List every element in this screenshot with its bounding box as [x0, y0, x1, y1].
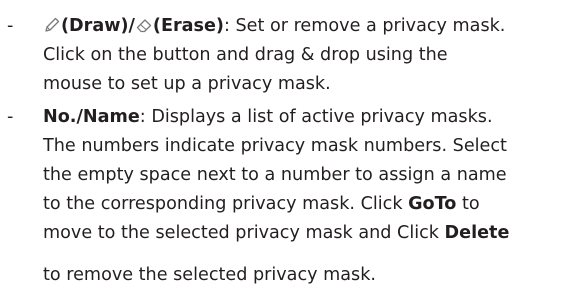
item2-line3: the empty space next to a number to assi… [43, 165, 507, 185]
item1-separator: : [223, 16, 236, 36]
item2-line1-text: : Displays a list of active privacy mask… [139, 107, 493, 127]
no-name-term: No./Name [43, 107, 140, 127]
eraser-icon [135, 16, 153, 34]
item2-line1: No./Name: Displays a list of active priv… [43, 103, 493, 132]
goto-term: GoTo [408, 194, 457, 214]
draw-label: (Draw)/ [61, 16, 135, 36]
item2-line2: The numbers indicate privacy mask number… [43, 136, 507, 156]
item1-line1-text: Set or remove a privacy mask. [235, 16, 506, 36]
bullet-dash: - [7, 16, 14, 36]
pencil-icon [43, 16, 61, 34]
item2-line4: to the corresponding privacy mask. Click… [43, 190, 480, 219]
delete-term: Delete [444, 223, 510, 243]
item2-line4-pre: to the corresponding privacy mask. Click [43, 194, 409, 214]
bullet-dash: - [7, 107, 14, 127]
document-body: - (Draw)/ (Erase): Set or remove a priva… [0, 0, 567, 298]
item1-line1: (Draw)/ (Erase): Set or remove a privacy… [43, 12, 505, 41]
item2-line6: to remove the selected privacy mask. [43, 265, 377, 285]
item2-line5-pre: move to the selected privacy mask and Cl… [43, 223, 445, 243]
item2-line4-post: to [456, 194, 480, 214]
erase-label: (Erase) [152, 16, 224, 36]
item1-line3: mouse to set up a privacy mask. [43, 74, 331, 94]
item2-line5: move to the selected privacy mask and Cl… [43, 219, 509, 248]
item1-line2: Click on the button and drag & drop usin… [43, 45, 448, 65]
